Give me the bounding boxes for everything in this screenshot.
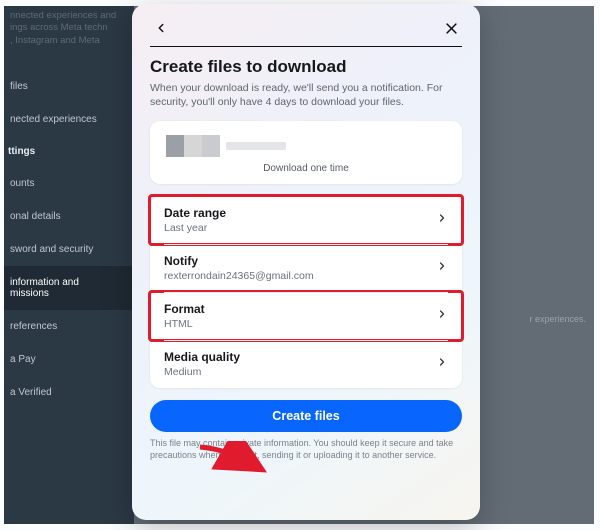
modal-subtitle: When your download is ready, we'll send … [150,81,462,109]
option-row-format[interactable]: Format HTML [150,292,462,340]
sidebar-item[interactable]: a Pay [4,343,134,376]
background-text-fragment: r experiences. [529,314,586,324]
option-row-notify[interactable]: Notify rexterrondain24365@gmail.com [150,244,462,292]
disclaimer-text: This file may contain private informatio… [150,438,462,461]
sidebar-item[interactable]: references [4,310,134,343]
chevron-right-icon [436,307,448,325]
create-files-label: Create files [272,409,339,423]
option-label: Date range [164,206,226,220]
option-row-date_range[interactable]: Date range Last year [150,196,462,244]
option-value: Last year [164,222,226,234]
sidebar-heading: ttings [4,136,134,167]
sidebar-item[interactable]: sword and security [4,233,134,266]
sidebar-item[interactable]: a Verified [4,376,134,409]
option-label: Format [164,302,205,316]
options-card: Date range Last year Notify rexterrondain24… [150,196,462,388]
chevron-right-icon [436,259,448,277]
chevron-right-icon [436,355,448,373]
sidebar-item[interactable]: information and missions [4,266,134,310]
modal-title: Create files to download [150,57,462,77]
sidebar-item[interactable]: files [4,70,134,103]
option-row-media_quality[interactable]: Media quality Medium [150,340,462,388]
chevron-right-icon [436,211,448,229]
option-label: Media quality [164,350,240,364]
sidebar-item[interactable]: onal details [4,200,134,233]
download-preview-card: Download one time [150,121,462,184]
divider [150,46,462,47]
preview-thumbnails [166,135,286,157]
sidebar-list: filesnected experiencesttingsountsonal d… [4,70,134,409]
close-icon [444,21,459,36]
header-fragment: nnected experiences and ings across Meta… [4,10,116,47]
back-button[interactable] [150,17,172,39]
modal-header [150,14,462,42]
chevron-left-icon [154,21,168,35]
option-value: rexterrondain24365@gmail.com [164,270,314,282]
sidebar-item[interactable]: ounts [4,167,134,200]
create-files-modal: Create files to download When your downl… [132,4,480,520]
sidebar: nnected experiences and ings across Meta… [4,6,134,524]
sidebar-item[interactable]: nected experiences [4,103,134,136]
preview-caption: Download one time [166,163,446,174]
option-value: HTML [164,318,205,330]
close-button[interactable] [440,17,462,39]
option-value: Medium [164,366,240,378]
create-files-button[interactable]: Create files [150,400,462,432]
option-label: Notify [164,254,314,268]
